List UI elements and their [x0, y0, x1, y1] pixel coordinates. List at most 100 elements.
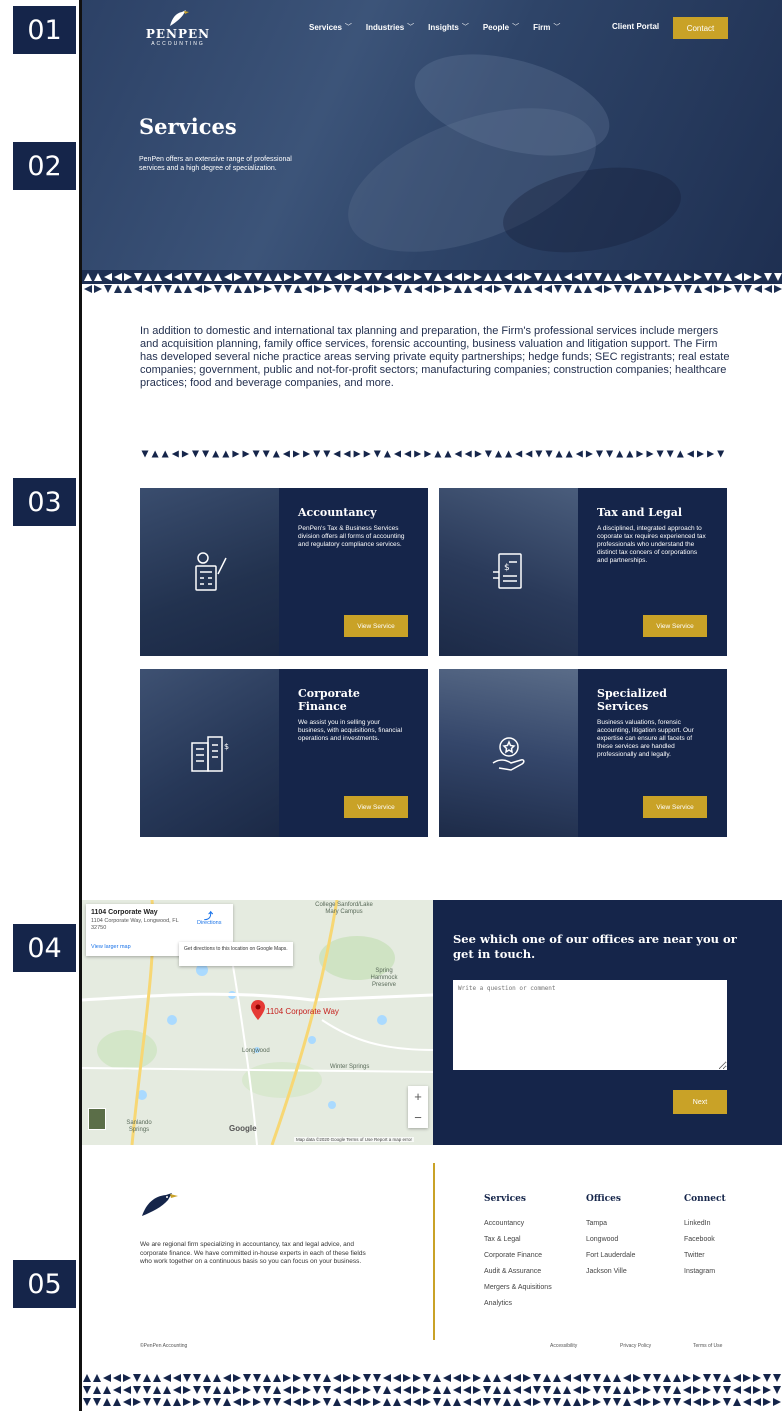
footer-link[interactable]: Mergers & Aquisitions — [484, 1280, 552, 1296]
nav-firm[interactable]: Firm ﹀ — [533, 22, 560, 32]
card-panel: Corporate Finance We assist you in selli… — [279, 669, 428, 837]
calculator-chart-icon — [194, 552, 227, 591]
contact-button[interactable]: Contact — [673, 17, 728, 39]
footer-link[interactable]: Tampa — [586, 1216, 635, 1232]
footer-link[interactable]: Audit & Assurance — [484, 1264, 552, 1280]
footer-link[interactable]: Twitter — [684, 1248, 726, 1264]
main-nav: Services ﹀ Industries ﹀ Insights ﹀ People ﹀ … — [309, 22, 560, 32]
footer-link[interactable]: Fort Lauderdale — [586, 1248, 635, 1264]
view-service-button[interactable]: View Service — [643, 796, 707, 818]
service-card-corporate-finance: $ Corporate Finance We assist you in sel… — [140, 669, 428, 837]
chevron-down-icon: ﹀ — [512, 24, 520, 31]
footer-link[interactable]: Jackson Ville — [586, 1264, 635, 1280]
penguin-bird-icon — [142, 1193, 178, 1216]
nav-label: Industries — [365, 22, 405, 32]
section-marker-2: 02 — [13, 142, 76, 190]
footer-link[interactable]: Analytics — [484, 1296, 552, 1312]
section-marker-5: 05 — [13, 1260, 76, 1308]
map-zoom-control: + − — [408, 1086, 428, 1128]
card-panel: Specialized Services Business valuations… — [578, 669, 727, 837]
directions-link[interactable]: Directions — [197, 920, 221, 926]
card-title: Specialized Services — [597, 687, 667, 713]
footer-link[interactable]: Accountancy — [484, 1216, 552, 1232]
penguin-bird-icon — [170, 10, 189, 26]
service-card-accountancy: Accountancy PenPen's Tax & Business Serv… — [140, 488, 428, 656]
privacy-policy-link[interactable]: Privacy Policy — [620, 1343, 651, 1349]
footer-link[interactable]: Instagram — [684, 1264, 726, 1280]
zoom-in-button[interactable]: + — [414, 1089, 422, 1104]
nav-people[interactable]: People ﹀ — [483, 22, 519, 32]
footer-link[interactable]: Tax & Legal — [484, 1232, 552, 1248]
card-image: $ — [140, 669, 279, 837]
page-title: Services — [139, 114, 237, 139]
view-service-button[interactable]: View Service — [643, 615, 707, 637]
question-textarea[interactable] — [453, 980, 727, 1070]
nav-label: Insights — [428, 22, 459, 32]
footer-link[interactable]: LinkedIn — [684, 1216, 726, 1232]
footer-link[interactable]: Facebook — [684, 1232, 726, 1248]
nav-services[interactable]: Services ﹀ — [309, 22, 352, 32]
nav-insights[interactable]: Insights ﹀ — [428, 22, 469, 32]
card-title: Accountancy — [298, 506, 377, 519]
view-larger-map-link[interactable]: View larger map — [91, 944, 131, 950]
logo-subtitle: ACCOUNTING — [151, 41, 205, 47]
footer-offices-column: Offices Tampa Longwood Fort Lauderdale J… — [586, 1194, 635, 1280]
map-pin-label: 1104 Corporate Way — [266, 1007, 339, 1016]
triangle-divider — [141, 450, 725, 458]
card-panel: Tax and Legal A disciplined, integrated … — [578, 488, 727, 656]
map-attribution[interactable]: Map data ©2020 Google Terms of Use Repor… — [294, 1137, 415, 1142]
card-image: $ — [439, 488, 578, 656]
svg-text:$: $ — [224, 742, 229, 751]
map-place-label: Spring Hammock Preserve — [370, 968, 398, 988]
map-place-label: Sanlando Springs — [126, 1120, 152, 1133]
hero-banner: PENPEN ACCOUNTING Services ﹀ Industries ﹀ … — [82, 0, 782, 290]
google-logo: Google — [229, 1124, 257, 1133]
chevron-down-icon: ﹀ — [553, 24, 561, 31]
chevron-down-icon: ﹀ — [461, 24, 469, 31]
footer-column-title: Services — [484, 1194, 526, 1204]
map-place-label: Longwood — [242, 1048, 270, 1054]
next-button[interactable]: Next — [673, 1090, 727, 1114]
card-description: A disciplined, integrated approach to co… — [597, 525, 706, 564]
triangle-pattern-footer — [83, 1374, 781, 1406]
map-place-label: College Sanford/Lake Mary Campus — [315, 902, 373, 915]
nav-label: People — [482, 22, 510, 32]
footer-link[interactable]: Corporate Finance — [484, 1248, 552, 1264]
chevron-down-icon: ﹀ — [344, 24, 352, 31]
card-title: Corporate Finance — [298, 687, 360, 713]
footer-column-title: Connect — [684, 1194, 726, 1204]
section-marker-1: 01 — [13, 6, 76, 54]
footer-link[interactable]: Longwood — [586, 1232, 635, 1248]
nav-industries[interactable]: Industries ﹀ — [366, 22, 414, 32]
footer-column-title: Offices — [586, 1194, 621, 1204]
directions-tooltip: Get directions to this location on Googl… — [179, 942, 293, 966]
triangle-pattern-band — [82, 270, 782, 295]
map-embed[interactable]: College Sanford/Lake Mary Campus Spring … — [82, 900, 433, 1145]
hand-star-icon — [492, 737, 525, 771]
view-service-button[interactable]: View Service — [344, 796, 408, 818]
map-place-label: Winter Springs — [330, 1064, 370, 1070]
terms-of-use-link[interactable]: Terms of Use — [693, 1343, 722, 1349]
accessibility-link[interactable]: Accessibility — [550, 1343, 577, 1349]
intro-paragraph: In addition to domestic and internationa… — [140, 325, 730, 389]
zoom-out-button[interactable]: − — [414, 1110, 422, 1125]
footer-services-column: Services Accountancy Tax & Legal Corpora… — [484, 1194, 552, 1312]
card-panel: Accountancy PenPen's Tax & Business Serv… — [279, 488, 428, 656]
building-dollar-icon: $ — [190, 736, 229, 772]
view-service-button[interactable]: View Service — [344, 615, 408, 637]
card-image — [140, 488, 279, 656]
client-portal-link[interactable]: Client Portal — [612, 22, 659, 31]
footer-connect-column: Connect LinkedIn Facebook Twitter Instag… — [684, 1194, 726, 1280]
satellite-toggle[interactable] — [88, 1108, 106, 1130]
contact-title: See which one of our offices are near yo… — [453, 932, 737, 961]
logo[interactable]: PENPEN ACCOUNTING — [138, 8, 218, 48]
card-description: We assist you in selling your business, … — [298, 719, 403, 742]
map-pin-icon[interactable] — [251, 1000, 265, 1020]
section-marker-3: 03 — [13, 478, 76, 526]
card-title: Tax and Legal — [597, 506, 683, 519]
footer-about: We are regional firm specializing in acc… — [140, 1241, 366, 1265]
tax-document-icon: $ — [492, 553, 522, 589]
chevron-down-icon: ﹀ — [407, 24, 415, 31]
logo-name: PENPEN — [145, 27, 211, 41]
card-image — [439, 669, 578, 837]
